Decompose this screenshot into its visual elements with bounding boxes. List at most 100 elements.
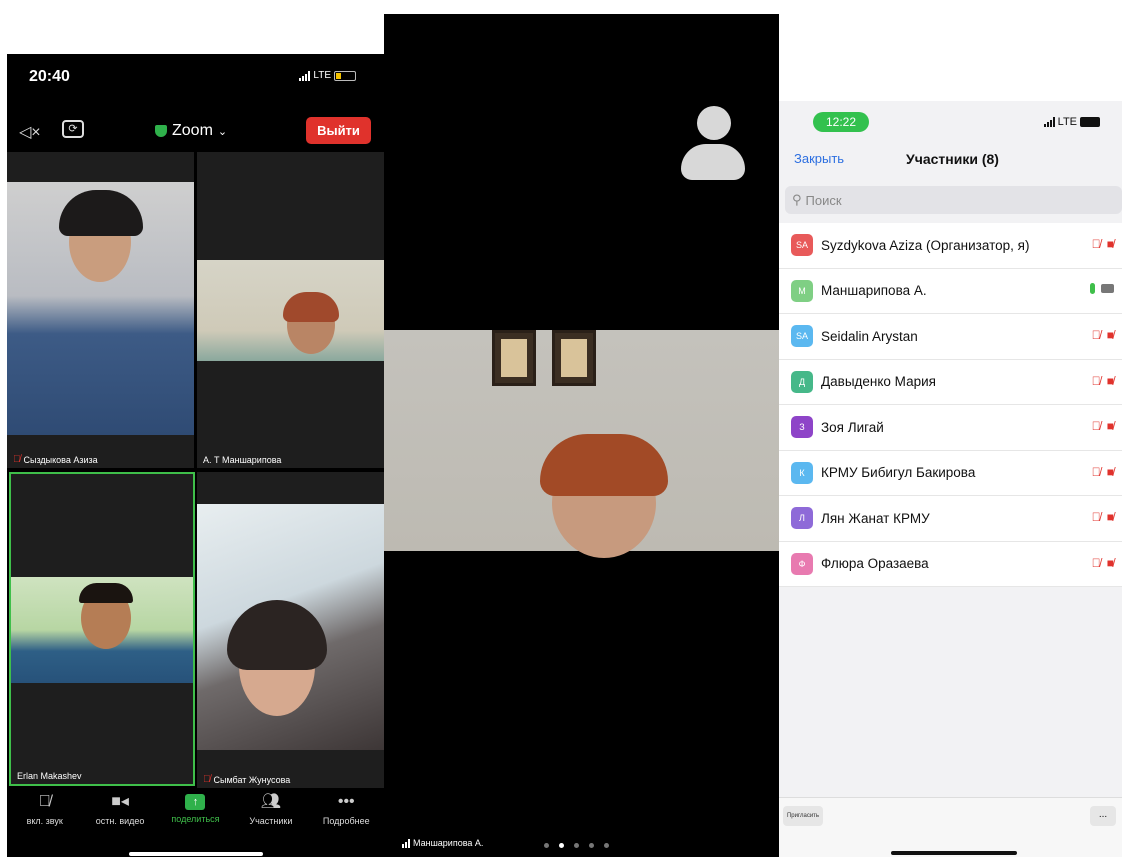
mic-muted-icon: 🎙̸: [13, 454, 21, 465]
participant-status-icons: 🎙̸ ■̸: [1092, 237, 1114, 251]
participant-name: Зоя Лигай: [821, 419, 884, 435]
mic-muted-icon: 🎙̸: [38, 793, 51, 810]
leave-button[interactable]: Выйти: [306, 117, 371, 144]
people-icon: 👥︎: [260, 793, 282, 810]
wall-picture: [552, 330, 596, 386]
video-off-icon: ■̸: [1106, 328, 1114, 342]
participant-name: КРМУ Бибигул Бакирова: [821, 465, 976, 481]
participant-name: Давыденко Мария: [821, 374, 936, 390]
search-input[interactable]: ⚲ Поиск: [785, 186, 1122, 214]
mic-muted-icon: 🎙̸: [1091, 419, 1101, 433]
more-button[interactable]: ••• Подробнее: [311, 792, 381, 840]
mic-muted-icon: 🎙̸: [203, 774, 211, 785]
video-camera-icon: ■◂: [111, 793, 129, 810]
participant-row[interactable]: М Маншарипова А.: [779, 269, 1122, 314]
video-tile-active-speaker[interactable]: Erlan Makashev: [9, 472, 195, 786]
participant-video: [11, 577, 193, 683]
zoom-gallery-screen: 20:40 LTE ◁× ⟳ Zoom ⌄ Выйти 🎙̸ Сыздыкова…: [7, 54, 384, 857]
network-type: LTE: [313, 70, 331, 81]
participant-name: Флюра Оразаева: [821, 556, 929, 572]
participant-status-icons: 🎙̸ ■̸: [1092, 328, 1114, 342]
status-bar: 20:40 LTE: [7, 54, 384, 104]
participant-row[interactable]: SA Seidalin Arystan 🎙̸ ■̸: [779, 314, 1122, 360]
unmute-button[interactable]: 🎙̸ вкл. звук: [10, 792, 80, 840]
participant-row[interactable]: Д Давыденко Мария 🎙̸ ■̸: [779, 360, 1122, 405]
share-button[interactable]: ↑ поделиться: [160, 792, 230, 840]
participant-label: 🎙̸ Сымбат Жунусова: [197, 770, 297, 788]
home-indicator: [129, 852, 263, 856]
share-arrow-icon: ↑: [185, 794, 206, 810]
participant-status-icons: 🎙̸ ■̸: [1092, 510, 1114, 524]
stop-video-button[interactable]: ■◂ остн. видео: [85, 792, 155, 840]
participant-label: А. Т Маншарипова: [197, 451, 288, 468]
participant-name: Сыздыкова Азиза: [23, 454, 98, 465]
mic-muted-icon: 🎙̸: [1091, 464, 1101, 479]
invite-button[interactable]: Пригласить: [783, 806, 823, 826]
mic-muted-icon: 🎙̸: [1091, 328, 1101, 342]
participant-name: Сымбат Жунусова: [213, 774, 291, 785]
participant-label: 🎙̸ Сыздыкова Азиза: [7, 450, 104, 468]
participant-row[interactable]: SA Syzdykova Aziza (Организатор, я) 🎙̸ ■̸: [779, 223, 1122, 269]
participant-row[interactable]: Л Лян Жанат КРМУ 🎙̸ ■̸: [779, 496, 1122, 542]
close-button[interactable]: Закрыть: [794, 151, 844, 166]
share-label: поделиться: [171, 814, 220, 824]
status-time: 20:40: [29, 68, 70, 85]
participants-screen: 12:22 LTE Закрыть Участники (8) ⚲ Поиск …: [779, 101, 1122, 857]
shield-icon: [155, 125, 167, 137]
video-tile[interactable]: 🎙̸ Сыздыкова Азиза: [7, 152, 194, 468]
status-time: 12:22: [813, 112, 869, 132]
participant-status-icons: 🎙̸ ■̸: [1092, 556, 1114, 570]
page-indicator[interactable]: [544, 843, 609, 848]
bottom-bar: Пригласить ...: [779, 797, 1122, 857]
wall-picture: [492, 330, 536, 386]
avatar: Л: [791, 507, 813, 530]
meeting-title-text: Zoom: [172, 122, 213, 139]
mic-muted-icon: 🎙̸: [1091, 373, 1101, 388]
more-dots-icon: •••: [337, 793, 355, 810]
avatar: SA: [791, 234, 813, 257]
participant-row[interactable]: К КРМУ Бибигул Бакирова 🎙̸ ■̸: [779, 451, 1122, 496]
signal-icon: [299, 70, 311, 81]
avatar: М: [791, 279, 813, 302]
participant-row[interactable]: Ф Флюра Оразаева 🎙̸ ■̸: [779, 542, 1122, 587]
avatar-placeholder-icon[interactable]: [681, 106, 745, 182]
active-speaker-video[interactable]: [384, 330, 779, 558]
meeting-title[interactable]: Zoom ⌄: [155, 122, 227, 140]
participant-status-icons: 🎙̸ ■̸: [1092, 465, 1114, 479]
participant-status-icons: 🎙̸ ■̸: [1092, 419, 1114, 433]
participant-name: Лян Жанат КРМУ: [821, 510, 930, 526]
participants-button[interactable]: 👥︎ Участники: [236, 792, 306, 840]
zoom-speaker-screen: Маншарипова А.: [384, 14, 779, 857]
video-tile[interactable]: А. Т Маншарипова: [197, 152, 384, 468]
speaker-off-icon[interactable]: ◁×: [19, 122, 41, 142]
video-off-icon: ■̸: [1106, 373, 1114, 388]
battery-icon: [334, 70, 356, 81]
video-off-icon: ■̸: [1106, 555, 1114, 570]
speaker-label: Маншарипова А.: [402, 838, 483, 848]
avatar: SA: [791, 325, 813, 348]
video-tile[interactable]: 🎙̸ Сымбат Жунусова: [197, 472, 384, 788]
video-off-icon: ■̸: [1106, 237, 1114, 251]
page-title: Участники (8): [906, 151, 999, 167]
video-off-icon: ■̸: [1106, 464, 1114, 479]
avatar: Ф: [791, 552, 813, 575]
participants-list: SA Syzdykova Aziza (Организатор, я) 🎙̸ ■̸ М М…: [779, 223, 1122, 587]
more-button[interactable]: ...: [1090, 806, 1116, 826]
avatar: З: [791, 416, 813, 439]
unmute-label: вкл. звук: [26, 816, 63, 826]
avatar: Д: [791, 370, 813, 393]
participant-video: [197, 260, 384, 361]
battery-icon: [1080, 117, 1100, 127]
video-camera-icon: [1101, 283, 1114, 293]
participant-status-icons: [1090, 282, 1114, 294]
avatar: К: [791, 461, 813, 484]
participant-status-icons: 🎙̸ ■̸: [1092, 374, 1114, 388]
mic-muted-icon: 🎙̸: [1091, 237, 1101, 251]
stop-video-label: остн. видео: [95, 816, 145, 826]
speaker-name: Маншарипова А.: [413, 838, 484, 848]
participant-row[interactable]: З Зоя Лигай 🎙̸ ■̸: [779, 405, 1122, 451]
switch-camera-icon[interactable]: ⟳: [62, 120, 84, 138]
participant-name: Маншарипова А.: [821, 283, 927, 299]
mic-muted-icon: 🎙̸: [1091, 555, 1101, 570]
participant-name: А. Т Маншарипова: [203, 455, 282, 465]
